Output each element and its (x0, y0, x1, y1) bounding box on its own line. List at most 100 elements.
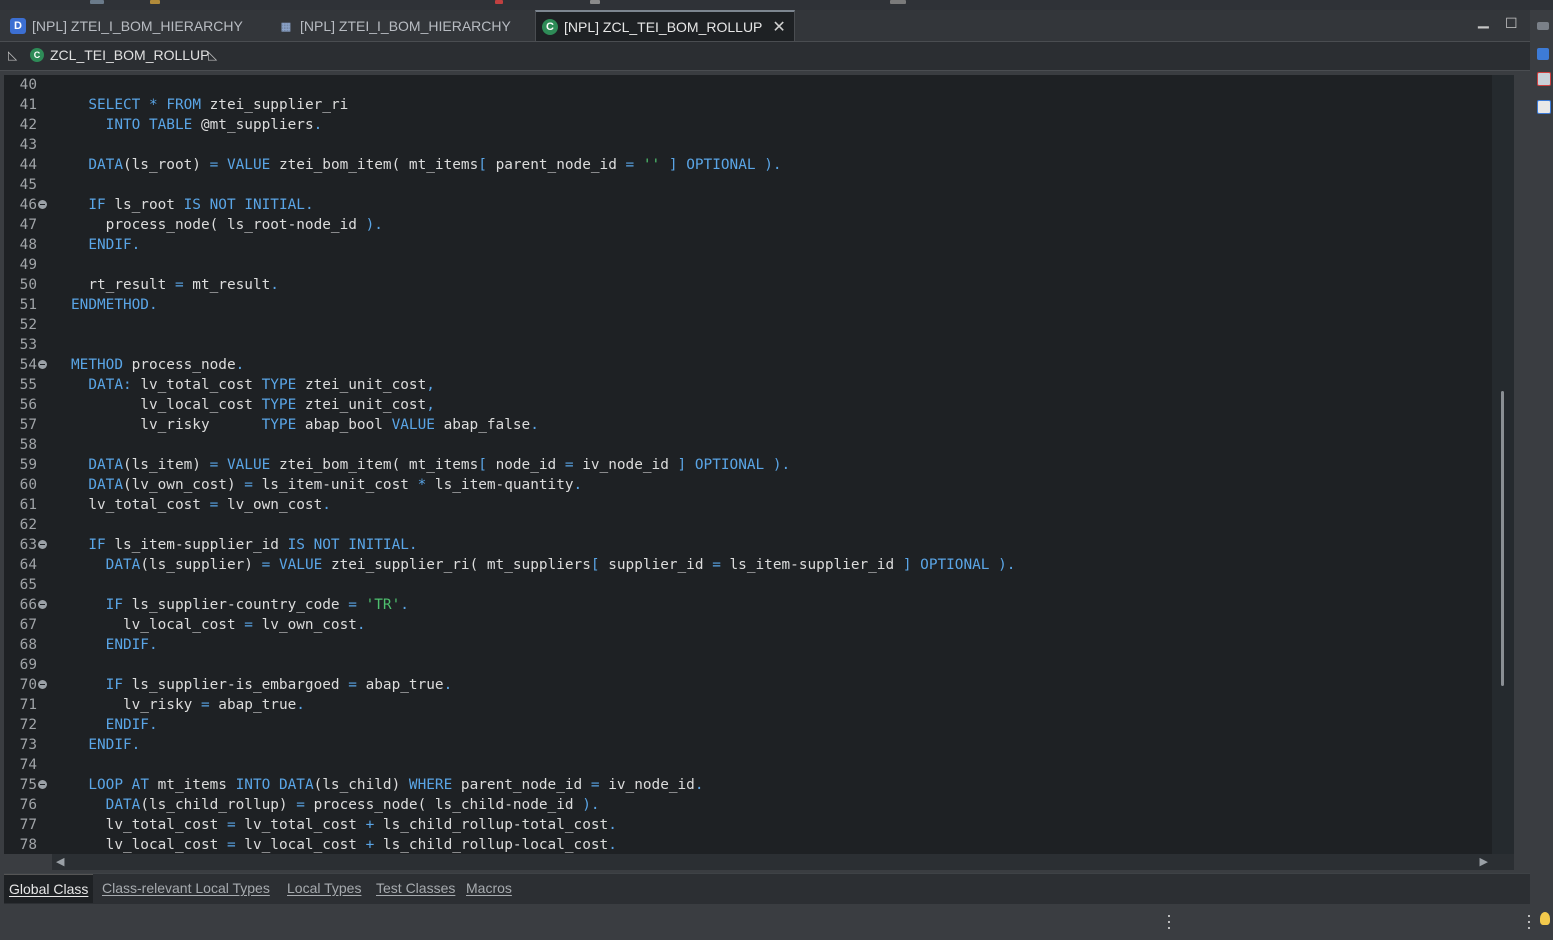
breadcrumb-label: ZCL_TEI_BOM_ROLLUP (50, 47, 210, 63)
code-text: LOOP AT mt_items INTO DATA(ls_child) WHE… (88, 777, 704, 793)
scrollbar-thumb[interactable] (1501, 391, 1504, 686)
line-number: 65 (19, 577, 37, 593)
vertical-scrollbar[interactable] (1492, 75, 1514, 854)
code-text: DATA(ls_child_rollup) = process_node( ls… (105, 797, 600, 813)
line-number: 74 (19, 757, 37, 773)
tab-label: [NPL] ZCL_TEI_BOM_ROLLUP (564, 18, 763, 35)
line-number: 58 (19, 437, 37, 453)
line-number: 76 (19, 797, 37, 813)
line-number: 54 (19, 357, 37, 373)
code-text: ENDIF. (88, 237, 141, 253)
tab-global-class[interactable]: Global Class (4, 874, 94, 903)
line-number: 55 (19, 377, 37, 393)
tab-ztei-i-bom-hierarchy-ddic[interactable]: D [NPL] ZTEI_I_BOM_HIERARCHY (10, 12, 243, 40)
breadcrumb-back-icon[interactable]: ◺ (8, 48, 17, 62)
code-text: lv_local_cost = lv_local_cost + ls_child… (71, 837, 617, 853)
line-number: 56 (19, 397, 37, 413)
line-number: 61 (19, 497, 37, 513)
line-number: 67 (19, 617, 37, 633)
table-grid-icon: ▦ (280, 20, 292, 33)
line-number: 73 (19, 737, 37, 753)
code-text: lv_local_cost = lv_own_cost. (71, 617, 366, 633)
scroll-corner (1492, 854, 1514, 870)
line-number: 41 (19, 97, 37, 113)
outline-icon[interactable] (1537, 48, 1549, 60)
tab-test-classes[interactable]: Test Classes (376, 880, 455, 896)
code-text: DATA: lv_total_cost TYPE ztei_unit_cost, (88, 377, 435, 393)
line-number: 78 (19, 837, 37, 853)
line-number: 52 (19, 317, 37, 333)
line-number: 66 (19, 597, 37, 613)
code-text: SELECT * FROM ztei_supplier_ri (88, 97, 349, 113)
code-text: METHOD process_node. (71, 357, 245, 373)
tab-zcl-tei-bom-rollup[interactable]: C [NPL] ZCL_TEI_BOM_ROLLUP ✕ (535, 10, 795, 41)
line-number: 63 (19, 537, 37, 553)
line-number: 40 (19, 77, 37, 93)
line-number: 48 (19, 237, 37, 253)
code-text: lv_total_cost = lv_own_cost. (71, 497, 331, 513)
breadcrumb-next-icon[interactable]: ◺ (208, 48, 217, 62)
fold-toggle-icon[interactable] (38, 200, 47, 209)
code-text: DATA(ls_supplier) = VALUE ztei_supplier_… (105, 557, 1016, 573)
line-number: 51 (19, 297, 37, 313)
status-menu-icon[interactable]: · · · (1526, 906, 1532, 936)
code-text: rt_result = mt_result. (71, 277, 279, 293)
problems-icon[interactable] (1537, 100, 1551, 114)
code-text: lv_risky = abap_true. (71, 697, 305, 713)
code-text: IF ls_supplier-country_code = 'TR'. (105, 597, 409, 613)
line-number: 71 (19, 697, 37, 713)
line-number: 60 (19, 477, 37, 493)
line-number: 59 (19, 457, 37, 473)
fold-toggle-icon[interactable] (38, 360, 47, 369)
line-number: 44 (19, 157, 37, 173)
tip-bulb-icon[interactable] (1540, 912, 1550, 925)
line-number: 70 (19, 677, 37, 693)
line-number: 69 (19, 657, 37, 673)
restore-icon[interactable] (1537, 22, 1549, 30)
line-number: 46 (19, 197, 37, 213)
breadcrumb-item-class[interactable]: C ZCL_TEI_BOM_ROLLUP (30, 47, 210, 63)
code-text: ENDIF. (105, 637, 158, 653)
code-editor[interactable]: 40 41 SELECT * FROM ztei_supplier_ri 42 IN… (4, 75, 1492, 854)
fold-toggle-icon[interactable] (38, 780, 47, 789)
horizontal-scrollbar[interactable]: ◀ ▶ (52, 854, 1492, 870)
minimize-icon[interactable]: ▁ (1478, 12, 1489, 29)
code-text: IF ls_root IS NOT INITIAL. (88, 197, 314, 213)
right-side-toolbar (1532, 10, 1553, 904)
code-text: INTO TABLE @mt_suppliers. (105, 117, 323, 133)
line-number: 57 (19, 417, 37, 433)
fold-toggle-icon[interactable] (38, 680, 47, 689)
code-text: process_node( ls_root-node_id ). (71, 217, 383, 233)
tab-class-relevant-local-types[interactable]: Class-relevant Local Types (102, 880, 270, 896)
line-number: 47 (19, 217, 37, 233)
tab-label: [NPL] ZTEI_I_BOM_HIERARCHY (300, 18, 511, 34)
tab-macros[interactable]: Macros (466, 880, 512, 896)
fold-toggle-icon[interactable] (38, 600, 47, 609)
maximize-icon[interactable]: ☐ (1505, 15, 1518, 32)
class-icon: C (30, 48, 44, 62)
scroll-right-icon[interactable]: ▶ (1480, 855, 1488, 868)
class-icon: C (542, 18, 558, 35)
properties-icon[interactable] (1537, 72, 1551, 86)
line-number: 45 (19, 177, 37, 193)
line-number: 42 (19, 117, 37, 133)
fold-toggle-icon[interactable] (38, 540, 47, 549)
code-text: lv_total_cost = lv_total_cost + ls_child… (71, 817, 617, 833)
line-number: 72 (19, 717, 37, 733)
class-section-tabs: Global Class Class-relevant Local Types … (4, 873, 1530, 904)
code-text: IF ls_item-supplier_id IS NOT INITIAL. (88, 537, 418, 553)
line-number: 49 (19, 257, 37, 273)
toolbar-strip (0, 0, 1553, 10)
line-number: 62 (19, 517, 37, 533)
code-text: DATA(ls_root) = VALUE ztei_bom_item( mt_… (88, 157, 782, 173)
tab-ztei-i-bom-hierarchy-data[interactable]: ▦ [NPL] ZTEI_I_BOM_HIERARCHY (278, 12, 511, 40)
more-options-icon[interactable]: · · · (1166, 906, 1172, 936)
status-bar: · · · · · · (0, 904, 1553, 940)
breadcrumb: ◺ C ZCL_TEI_BOM_ROLLUP ◺ (0, 42, 1530, 71)
tab-local-types[interactable]: Local Types (287, 880, 361, 896)
tab-label: [NPL] ZTEI_I_BOM_HIERARCHY (32, 18, 243, 34)
scroll-left-icon[interactable]: ◀ (56, 855, 64, 868)
line-number: 43 (19, 137, 37, 153)
close-tab-icon[interactable]: ✕ (772, 17, 785, 37)
code-text: lv_risky TYPE abap_bool VALUE abap_false… (71, 417, 539, 433)
